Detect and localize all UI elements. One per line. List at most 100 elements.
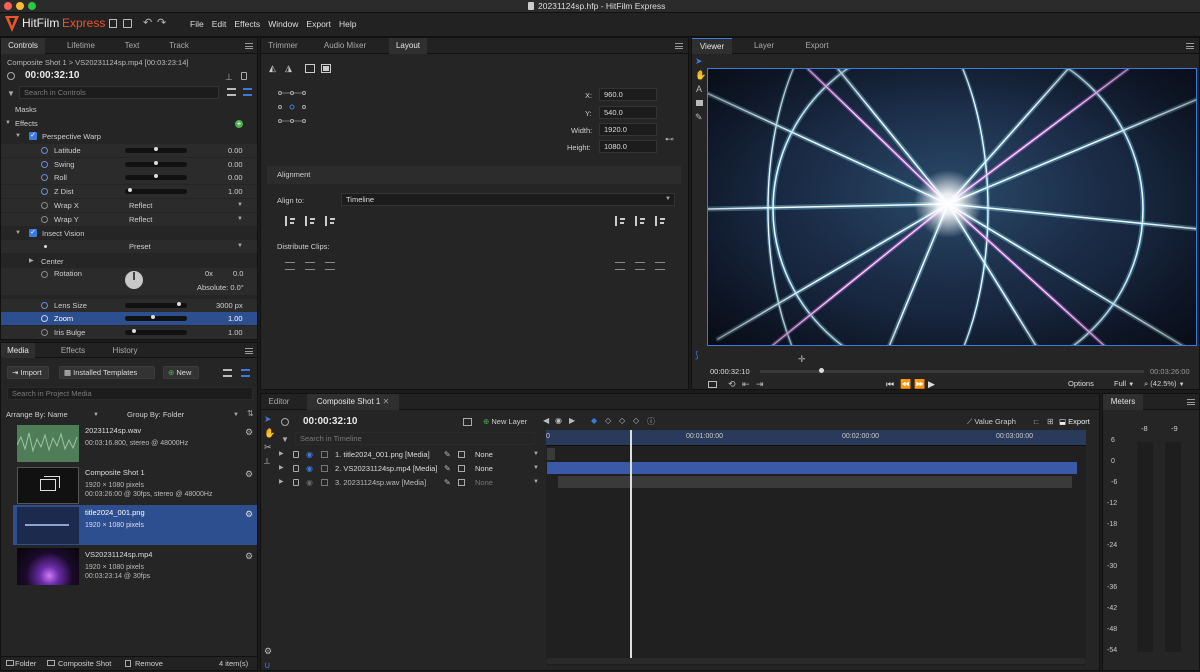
prev-keyframe-icon[interactable]: ◀: [543, 416, 549, 425]
slip-tool-icon[interactable]: ⟂: [264, 456, 270, 467]
media-search-input[interactable]: Search in Project Media: [7, 387, 253, 400]
fit-view-icon[interactable]: [708, 381, 717, 388]
visibility-icon[interactable]: ◉: [306, 462, 313, 475]
param-value[interactable]: 1.00: [228, 185, 243, 198]
blend-mode-select[interactable]: None: [475, 476, 493, 489]
media-item[interactable]: Composite Shot 1 1920 × 1080 pixels 00:0…: [1, 465, 257, 505]
viewer-canvas[interactable]: [707, 68, 1197, 346]
gear-icon[interactable]: ⚙: [245, 509, 253, 520]
distribute-bottom-icon[interactable]: [325, 262, 335, 270]
new-composite-icon[interactable]: [463, 418, 472, 426]
tab-export[interactable]: Export: [796, 38, 838, 54]
param-value[interactable]: 0.00: [228, 144, 243, 157]
keyframe-icon[interactable]: [41, 329, 48, 336]
text-tool-icon[interactable]: A: [696, 84, 702, 94]
slider-knob[interactable]: [177, 302, 182, 306]
sort-icon[interactable]: ⇅: [247, 409, 254, 418]
fit-icon[interactable]: [305, 64, 315, 73]
dropdown-arrow-icon[interactable]: ▼: [533, 448, 539, 461]
keyframe-icon[interactable]: [41, 174, 48, 182]
slider-knob[interactable]: [127, 188, 132, 193]
menu-item-window[interactable]: Window: [268, 19, 298, 29]
viewer-scrubber[interactable]: [760, 368, 1144, 373]
play-icon[interactable]: ▶: [928, 379, 935, 390]
timeline-area[interactable]: 0 00:01:00:00 00:02:00:00 00:03:00:00: [546, 430, 1086, 666]
checkbox-checked-icon[interactable]: ✓: [29, 229, 37, 237]
dropdown-arrow-icon[interactable]: ▼: [533, 476, 539, 489]
razor-tool-icon[interactable]: ✂: [264, 442, 272, 453]
add-effect-icon[interactable]: +: [235, 120, 243, 128]
matte-icon[interactable]: [458, 479, 465, 486]
keyframe-icon[interactable]: ◇: [619, 416, 625, 425]
perspective-warp-row[interactable]: ▼ ✓ Perspective Warp: [1, 130, 257, 143]
go-to-start-icon[interactable]: ⏮: [886, 379, 894, 390]
tab-text[interactable]: Text: [113, 38, 151, 54]
flip-horizontal-icon[interactable]: ◭: [269, 63, 276, 74]
panel-menu-icon[interactable]: [245, 348, 253, 354]
clip-video[interactable]: [547, 462, 1077, 474]
x-input[interactable]: 960.0: [599, 88, 657, 101]
viewer-current-time[interactable]: 00:00:32:10: [710, 367, 750, 376]
align-bottom-icon[interactable]: [655, 216, 665, 226]
slider-knob[interactable]: [151, 315, 156, 319]
undo-icon[interactable]: ↶: [143, 16, 152, 29]
tab-effects[interactable]: Effects: [53, 343, 93, 358]
keyframe-icon[interactable]: [41, 188, 48, 196]
tab-track[interactable]: Track: [161, 38, 197, 54]
minimize-window-button[interactable]: [16, 2, 24, 10]
track-header[interactable]: ▶ ◉ 3. 20231124sp.wav [Media] ✎ None ▼: [277, 476, 543, 489]
align-center-h-icon[interactable]: [305, 216, 315, 226]
tab-media[interactable]: Media: [1, 343, 35, 358]
next-keyframe-icon[interactable]: ▶: [569, 416, 575, 425]
arrange-by-select[interactable]: Arrange By: Name: [6, 410, 68, 419]
keyframe-icon[interactable]: [41, 302, 48, 309]
pen-icon[interactable]: ✎: [444, 462, 451, 475]
tab-controls[interactable]: Controls: [1, 38, 45, 54]
dropdown-arrow-icon[interactable]: ▼: [533, 462, 539, 475]
detail-view-icon[interactable]: [243, 88, 252, 96]
media-item[interactable]: 20231124sp.wav 00:03:16.800, stereo @ 48…: [1, 423, 257, 465]
align-center-v-icon[interactable]: [635, 216, 645, 226]
import-button[interactable]: ⇥ Import: [7, 366, 49, 379]
matte-icon[interactable]: [458, 451, 465, 458]
panel-menu-icon[interactable]: [245, 43, 253, 49]
distribute-center-icon[interactable]: [305, 262, 315, 270]
keyframe-icon[interactable]: [41, 202, 48, 209]
info-icon[interactable]: ⓘ: [647, 416, 655, 427]
keyframe-icon[interactable]: [41, 315, 48, 322]
redo-icon[interactable]: ↷: [157, 16, 166, 29]
effects-row[interactable]: ▼ Effects +: [1, 117, 257, 130]
tab-meters[interactable]: Meters: [1103, 394, 1143, 410]
new-button[interactable]: ⊕ New: [163, 366, 199, 379]
param-slider[interactable]: [125, 147, 187, 153]
expand-icon[interactable]: ▶: [279, 476, 284, 489]
filter-icon[interactable]: ▼: [7, 89, 15, 98]
settings-icon[interactable]: ⚙: [264, 646, 272, 657]
keyframe-icon[interactable]: [41, 147, 48, 154]
select-tool-icon[interactable]: ➤: [695, 56, 703, 67]
track-row-2[interactable]: [546, 462, 1086, 474]
distribute-middle-icon[interactable]: [635, 262, 645, 270]
visibility-icon[interactable]: ◉: [306, 476, 313, 489]
timeline-ruler[interactable]: 0 00:01:00:00 00:02:00:00 00:03:00:00: [546, 430, 1086, 446]
wrap-y-select[interactable]: Reflect: [129, 213, 152, 226]
tab-audio-mixer[interactable]: Audio Mixer: [317, 38, 373, 54]
expand-icon[interactable]: ▶: [279, 462, 284, 475]
keyframe-icon[interactable]: [41, 160, 48, 168]
dropdown-arrow-icon[interactable]: ▼: [237, 199, 243, 212]
slider-knob[interactable]: [154, 147, 158, 151]
tab-viewer[interactable]: Viewer: [692, 38, 732, 54]
solo-icon[interactable]: [321, 479, 328, 486]
track-header[interactable]: ▶ ◉ 1. title2024_001.png [Media] ✎ None ▼: [277, 448, 543, 461]
keyframe-icon[interactable]: [41, 216, 48, 223]
in-point-icon[interactable]: ⇤: [742, 379, 750, 390]
menu-item-export[interactable]: Export: [306, 19, 331, 29]
tab-editor[interactable]: Editor: [261, 394, 297, 410]
clip-audio[interactable]: [558, 476, 1072, 488]
hand-tool-icon[interactable]: ✋: [264, 428, 275, 439]
tab-layout[interactable]: Layout: [389, 38, 427, 54]
pen-tool-icon[interactable]: ✎: [695, 112, 703, 123]
distribute-left-icon[interactable]: [615, 262, 625, 270]
track-row-3[interactable]: [546, 476, 1086, 488]
expand-icon[interactable]: ▶: [279, 448, 284, 461]
